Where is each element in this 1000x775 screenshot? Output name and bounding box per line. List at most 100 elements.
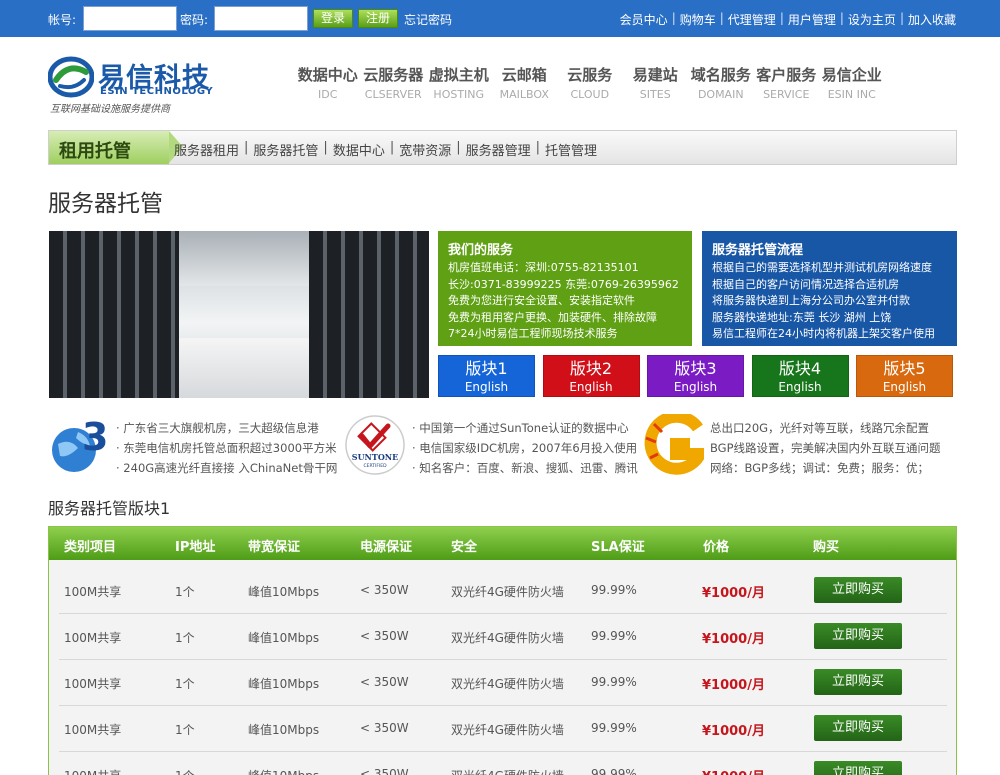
cell-security: 双光纤4G硬件防火墙 (451, 631, 564, 645)
feature-line: · 电信国家级IDC机房，2007年6月投入使用 (412, 441, 638, 455)
nav-item-sublabel: HOSTING (433, 88, 485, 101)
subnav-server-admin[interactable]: 服务器管理 (466, 140, 531, 159)
subnav-server-rental[interactable]: 服务器租用 (174, 140, 239, 159)
agent-admin-link[interactable]: 代理管理 (728, 11, 776, 28)
cell-power: < 350W (360, 721, 409, 735)
feature-lines: · 中国第一个通过SunTone认证的数据中心 · 电信国家级IDC机房，200… (412, 418, 638, 478)
header-security: 安全 (451, 540, 478, 555)
block-title: 版块2 (569, 359, 613, 378)
header-sla: SLA保证 (591, 540, 645, 555)
nav-item-sublabel: ESIN INC (827, 88, 876, 101)
cell-bandwidth: 峰值10Mbps (248, 723, 320, 737)
set-homepage-link[interactable]: 设为主页 (848, 11, 896, 28)
block-title: 版块4 (778, 359, 822, 378)
password-input[interactable] (214, 6, 308, 31)
block-1-button[interactable]: 版块1 English (438, 355, 535, 397)
subnav-bandwidth[interactable]: 宽带资源 (399, 140, 451, 159)
cell-bandwidth: 峰值10Mbps (248, 585, 320, 599)
block-subtitle: English (464, 380, 509, 394)
table-header: 类别项目 IP地址 带宽保证 电源保证 安全 SLA保证 价格 购买 (49, 527, 956, 560)
nav-item-sublabel: DOMAIN (697, 88, 744, 101)
cell-sla: 99.99% (591, 583, 637, 597)
buy-now-button[interactable]: 立即购买 (814, 577, 902, 603)
service-line: 免费为租用客户更换、加装硬件、排除故障 (448, 310, 657, 324)
register-button[interactable]: 注册 (358, 9, 398, 28)
process-line: 根据自己的客户访问情况选择合适机房 (712, 277, 899, 291)
sub-nav: 服务器租用 | 服务器托管 | 数据中心 | 宽带资源 | 服务器管理 | 托管管理 (174, 140, 598, 159)
nav-item-domain[interactable]: 域名服务 DOMAIN (688, 64, 754, 101)
subnav-server-hosting[interactable]: 服务器托管 (253, 140, 318, 159)
forgot-password-link[interactable]: 忘记密码 (404, 11, 452, 28)
datacenter-image (49, 231, 429, 398)
member-center-link[interactable]: 会员中心 (620, 11, 668, 28)
hosting-process-box: 服务器托管流程 根据自己的需要选择机型并测试机房网络速度 根据自己的客户访问情况… (702, 231, 957, 346)
cell-sla: 99.99% (591, 721, 637, 735)
login-button[interactable]: 登录 (313, 9, 353, 28)
cell-ip: 1个 (175, 585, 195, 599)
process-line: 服务器快递地址:东莞 长沙 湖州 上饶 (712, 310, 892, 324)
header-category: 类别项目 (64, 540, 117, 555)
nav-item-sublabel: CLOUD (570, 88, 610, 101)
nav-item-label: 易信企业 (821, 66, 882, 84)
service-line: 长沙:0371-83999225 东莞:0769-26395962 (448, 277, 679, 291)
block-title: 版块5 (883, 359, 926, 378)
subnav-hosting-admin[interactable]: 托管管理 (545, 140, 597, 159)
logo-slogan: 互联网基础设施服务提供商 (50, 104, 170, 115)
nav-item-mailbox[interactable]: 云邮箱 MAILBOX (492, 64, 558, 101)
logo-english: ESIN TECHNOLOGY (100, 86, 214, 97)
block-subtitle: English (882, 380, 927, 394)
feature-line: · 广东省三大旗舰机房，三大超级信息港 (116, 421, 319, 435)
block-buttons: 版块1 English 版块2 English 版块3 English 版块4 Engl… (438, 355, 953, 397)
hosting-process-title: 服务器托管流程 (712, 243, 804, 258)
our-services-box: 我们的服务 机房值班电话：深圳:0755-82135101 长沙:0371-83… (438, 231, 692, 346)
suntone-badge-sub: CERTIFIED (363, 463, 387, 469)
block-2-button[interactable]: 版块2 English (542, 355, 640, 397)
logo[interactable]: 易信科技 ESIN TECHNOLOGY 互联网基础设施服务提供商 (48, 54, 218, 115)
nav-item-sublabel: SITES (639, 88, 671, 101)
buy-now-button[interactable]: 立即购买 (814, 623, 902, 649)
cell-category: 100M共享 (64, 631, 122, 645)
nav-item-label: 云服务器 (363, 66, 424, 84)
table-row: 100M共享 1个 峰值10Mbps < 350W 双光纤4G硬件防火墙 99.… (59, 660, 947, 706)
account-input[interactable] (83, 6, 177, 31)
nav-item-label: 虚拟主机 (428, 66, 489, 84)
pricing-table: 类别项目 IP地址 带宽保证 电源保证 安全 SLA保证 价格 购买 100M共… (48, 526, 957, 775)
nav-item-esin-inc[interactable]: 易信企业 ESIN INC (819, 64, 885, 101)
service-line: 7*24小时易信工程师现场技术服务 (448, 327, 618, 340)
block-title: 版块1 (465, 359, 508, 378)
nav-item-label: 易建站 (632, 66, 678, 84)
user-admin-link[interactable]: 用户管理 (788, 11, 836, 28)
nav-item-hosting[interactable]: 虚拟主机 HOSTING (426, 64, 492, 101)
nav-item-clserver[interactable]: 云服务器 CLSERVER (361, 64, 427, 101)
cell-security: 双光纤4G硬件防火墙 (451, 677, 564, 691)
buy-now-button[interactable]: 立即购买 (814, 715, 902, 741)
cart-link[interactable]: 购物车 (680, 11, 716, 28)
process-line: 将服务器快递到上海分公司办公室并付款 (712, 294, 910, 307)
cell-bandwidth: 峰值10Mbps (248, 767, 319, 775)
nav-item-idc[interactable]: 数据中心 IDC (295, 64, 361, 101)
nav-item-service[interactable]: 客户服务 SERVICE (754, 64, 820, 101)
block-5-button[interactable]: 版块5 English (856, 355, 953, 397)
header-power: 电源保证 (360, 540, 413, 555)
buy-now-button[interactable]: 立即购买 (814, 761, 902, 775)
process-line: 易信工程师在24小时内将机器上架交客户使用 (712, 327, 935, 340)
nav-item-sublabel: SERVICE (763, 88, 810, 101)
nav-item-label: 域名服务 (690, 66, 751, 84)
buy-now-button[interactable]: 立即购买 (814, 669, 902, 695)
block-3-button[interactable]: 版块3 English (647, 355, 744, 397)
feature-line: 网络：BGP多线；调试：免费；服务：优； (710, 461, 930, 475)
account-label: 帐号: (48, 13, 77, 27)
block-subtitle: English (569, 380, 613, 394)
cell-price: ¥1000/月 (702, 632, 765, 647)
nav-item-sublabel: IDC (318, 88, 338, 101)
cell-sla: 99.99% (591, 675, 637, 689)
nav-item-sites[interactable]: 易建站 SITES (623, 64, 689, 101)
block-4-button[interactable]: 版块4 English (751, 355, 849, 397)
cell-ip: 1个 (175, 677, 195, 691)
add-favorite-link[interactable]: 加入收藏 (908, 11, 956, 28)
cell-power: < 350W (360, 629, 409, 643)
cell-power: < 350W (360, 675, 409, 689)
nav-item-cloud[interactable]: 云服务 CLOUD (557, 64, 623, 101)
subnav-data-center[interactable]: 数据中心 (333, 140, 385, 159)
block-title: 版块3 (674, 359, 717, 378)
